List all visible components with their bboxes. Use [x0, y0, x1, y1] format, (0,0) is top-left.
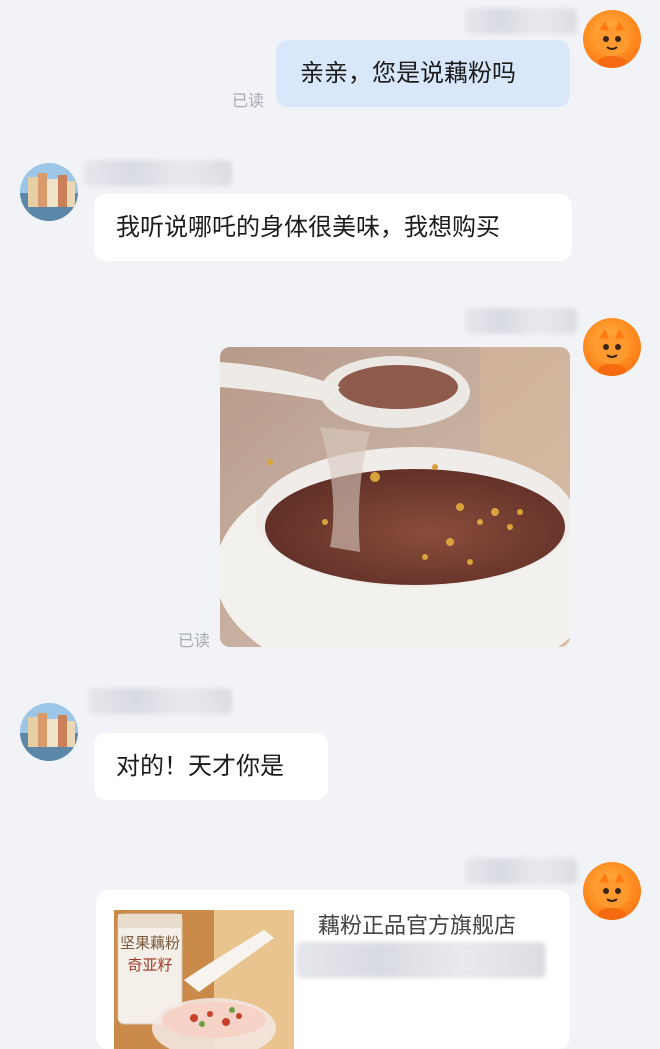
message-bubble-incoming[interactable]: 我听说哪吒的身体很美味，我想购买 [94, 194, 572, 261]
sender-name-blurred [84, 160, 232, 186]
read-status: 已读 [232, 91, 265, 110]
message-bubble-incoming[interactable]: 对的！天才你是 [94, 733, 328, 800]
message-image[interactable] [220, 347, 570, 647]
product-store-name: 藕粉正品官方旗舰店 [318, 914, 517, 939]
message-text: 对的！天才你是 [116, 752, 284, 780]
chat-thread: 亲亲，您是说藕粉吗 已读 我听说哪吒的身体很美味，我想购买 已读 对的！天才你是… [0, 0, 660, 1049]
product-package-label: 坚果藕粉 [120, 934, 180, 952]
lotus-root-soup-image [220, 347, 570, 647]
user-avatar-icon[interactable] [20, 703, 78, 761]
bot-avatar-icon[interactable] [583, 862, 641, 920]
product-package-sublabel: 奇亚籽 [127, 956, 172, 974]
sender-name-blurred [465, 8, 577, 34]
message-text: 我听说哪吒的身体很美味，我想购买 [116, 213, 500, 241]
sender-name-blurred [465, 858, 577, 884]
message-text: 亲亲，您是说藕粉吗 [300, 59, 516, 87]
sender-name-blurred [465, 308, 577, 334]
bot-avatar-icon[interactable] [583, 10, 641, 68]
product-details-blurred [296, 942, 546, 978]
bot-avatar-icon[interactable] [583, 318, 641, 376]
sender-name-blurred [88, 688, 232, 714]
product-image: 坚果藕粉 奇亚籽 [114, 910, 294, 1049]
read-status: 已读 [178, 631, 211, 650]
message-bubble-outgoing[interactable]: 亲亲，您是说藕粉吗 [276, 40, 570, 107]
user-avatar-icon[interactable] [20, 163, 78, 221]
product-card[interactable]: 坚果藕粉 奇亚籽 藕粉正品官方旗舰店 [96, 890, 570, 1049]
